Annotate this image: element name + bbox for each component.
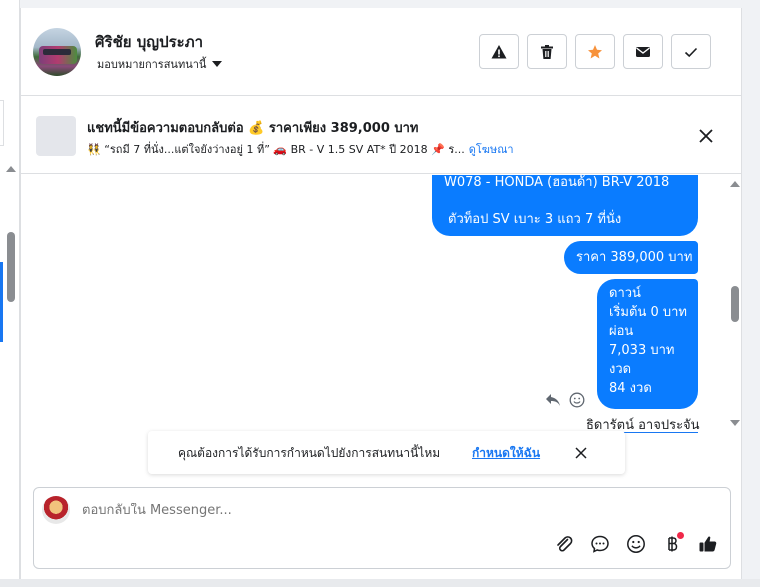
- notification-dot: [677, 532, 684, 539]
- left-selection-indicator: [0, 262, 3, 342]
- reply-composer: [33, 487, 731, 569]
- mail-icon: [636, 46, 650, 57]
- check-icon: [684, 47, 698, 57]
- saved-reply-button[interactable]: [590, 534, 610, 554]
- message-line: ตัวท็อป SV เบาะ 3 แถว 7 ที่นั่ง: [448, 212, 622, 227]
- left-panel-edge: [0, 0, 20, 587]
- mark-unread-button[interactable]: [623, 34, 663, 69]
- message-line: W078 - HONDA (ฮอนด้า) BR-V 2018: [444, 175, 670, 190]
- user-avatar: [42, 496, 70, 524]
- header-actions: [479, 34, 711, 69]
- ad-subtitle: 👯 “รถมี 7 ที่นั่ง...แต่ใจยังว่างอยู่ 1 ท…: [87, 140, 527, 158]
- emoji-button[interactable]: [626, 534, 646, 554]
- ad-context-banner: แชทนี้มีข้อความตอบกลับต่อ 💰 ราคาเพียง 38…: [21, 97, 743, 174]
- message-bubble[interactable]: ดาวน์ เริ่มต้น 0 บาท ผ่อน 7,033 บาท งวด …: [597, 279, 698, 409]
- scroll-up-icon[interactable]: [730, 181, 740, 187]
- close-icon[interactable]: [698, 128, 714, 144]
- assign-prompt-text: คุณต้องการได้รับการกำหนดไปยังการสนทนานี้…: [178, 446, 441, 460]
- contact-avatar[interactable]: [33, 28, 81, 76]
- caret-down-icon: [212, 61, 223, 67]
- reply-icon[interactable]: [545, 393, 561, 407]
- payment-button[interactable]: [662, 532, 684, 554]
- report-button[interactable]: [479, 34, 519, 69]
- saved-reply-icon: [591, 535, 609, 553]
- scroll-down-icon[interactable]: [730, 420, 740, 426]
- reply-input[interactable]: [82, 503, 682, 518]
- avatar-bus-window: [43, 49, 71, 55]
- attach-button[interactable]: [554, 534, 574, 554]
- bottom-edge: [0, 579, 760, 587]
- assign-to-me-link[interactable]: กำหนดให้ฉัน: [472, 444, 540, 463]
- message-bubble[interactable]: W078 - HONDA (ฮอนด้า) BR-V 2018 ตัวท็อป …: [432, 175, 698, 236]
- warning-icon: [491, 44, 507, 58]
- like-button[interactable]: [698, 534, 718, 554]
- scrollbar-thumb[interactable]: [731, 286, 739, 322]
- thumbs-up-icon: [699, 536, 717, 552]
- conversation-header: ศิริชัย บุญประภา มอบหมายการสนทนานี้: [21, 8, 743, 96]
- message-bubble[interactable]: ราคา 389,000 บาท: [564, 241, 698, 274]
- ad-title: แชทนี้มีข้อความตอบกลับต่อ 💰 ราคาเพียง 38…: [87, 121, 419, 136]
- star-icon: [588, 44, 602, 58]
- left-scrollbar-thumb[interactable]: [7, 232, 15, 302]
- conversation-panel: ศิริชัย บุญประภา มอบหมายการสนทนานี้ แชทน…: [20, 8, 743, 585]
- message-line: เริ่มต้น 0 บาท: [609, 305, 687, 320]
- see-ad-link[interactable]: ดูโฆษณา: [469, 143, 514, 156]
- assign-prompt: คุณต้องการได้รับการกำหนดไปยังการสนทนานี้…: [148, 431, 625, 474]
- page: ศิริชัย บุญประภา มอบหมายการสนทนานี้ แชทน…: [0, 0, 760, 587]
- ad-thumbnail[interactable]: [36, 116, 76, 156]
- left-panel-divider: [0, 100, 4, 146]
- message-text: ราคา 389,000 บาท: [576, 250, 693, 265]
- trash-icon: [541, 44, 553, 59]
- assign-label: มอบหมายการสนทนานี้: [97, 58, 207, 71]
- contact-name[interactable]: ศิริชัย บุญประภา: [95, 30, 203, 54]
- paperclip-icon: [557, 536, 573, 552]
- close-icon[interactable]: [575, 447, 587, 459]
- ad-subtitle-text: 👯 “รถมี 7 ที่นั่ง...แต่ใจยังว่างอยู่ 1 ท…: [87, 143, 465, 156]
- react-emoji-icon[interactable]: [569, 392, 585, 408]
- assign-dropdown[interactable]: มอบหมายการสนทนานี้: [97, 55, 223, 73]
- star-button[interactable]: [575, 34, 615, 69]
- right-panel-edge: [742, 0, 760, 587]
- delete-button[interactable]: [527, 34, 567, 69]
- emoji-icon: [627, 535, 645, 553]
- message-line: ดาวน์: [609, 286, 641, 301]
- left-scroll-up-icon[interactable]: [6, 166, 16, 172]
- message-line: 7,033 บาท: [609, 343, 675, 358]
- mark-done-button[interactable]: [671, 34, 711, 69]
- message-thread[interactable]: W078 - HONDA (ฮอนด้า) BR-V 2018 ตัวท็อป …: [21, 175, 743, 433]
- message-line: ผ่อน: [609, 324, 634, 339]
- message-line: งวด: [609, 362, 632, 377]
- composer-tools: [554, 532, 718, 554]
- message-line: 84 งวด: [609, 381, 652, 396]
